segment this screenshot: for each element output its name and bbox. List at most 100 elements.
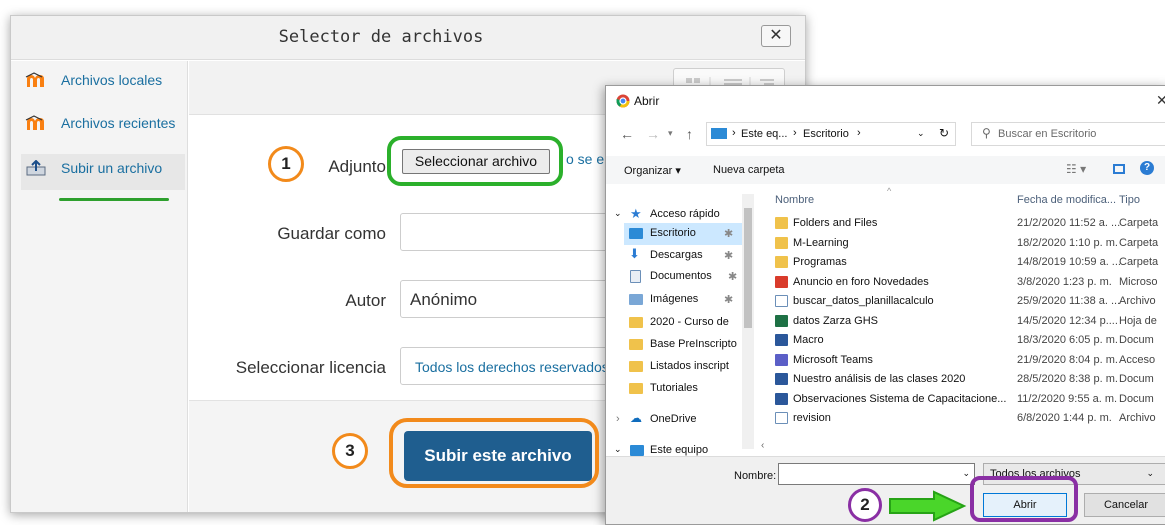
sidebar-item-recent-files[interactable]: Archivos recientes (21, 112, 185, 142)
green-underline (59, 198, 169, 201)
file-row[interactable]: Observaciones Sistema de Capacitacione..… (771, 390, 1165, 409)
sidebar-item-upload-file[interactable]: Subir un archivo (21, 154, 185, 190)
picker-header: Selector de archivos ✕ (11, 16, 805, 60)
open-file-dialog: Abrir ✕ ← → ▾ ↑ › Este eq... › Escritori… (605, 85, 1165, 525)
chrome-icon (616, 94, 630, 108)
nav-item-folder[interactable]: Listados inscript (624, 356, 742, 378)
author-label: Autor (345, 291, 386, 310)
file-date: 28/5/2020 8:38 p. m. (1017, 373, 1118, 385)
column-headers: Nombre ^ Fecha de modifica... Tipo (771, 186, 1165, 212)
file-name: buscar_datos_planillacalculo (793, 295, 934, 307)
organize-menu[interactable]: Organizar ▾ (624, 164, 681, 177)
refresh-icon[interactable]: ↻ (939, 126, 949, 140)
nav-item-documents[interactable]: Documentos ✱ (624, 266, 764, 288)
file-date: 25/9/2020 11:38 a. ... (1017, 295, 1121, 307)
column-type[interactable]: Tipo (1119, 194, 1140, 206)
dialog-toolbar: Organizar ▾ Nueva carpeta ☷ ▾ ? (606, 156, 1165, 184)
pictures-icon (629, 294, 643, 305)
moodle-icon (25, 72, 44, 87)
help-icon[interactable]: ? (1140, 161, 1154, 175)
up-arrow-icon[interactable]: ↑ (686, 126, 693, 142)
file-type: Acceso (1119, 353, 1156, 366)
back-arrow-icon[interactable]: ← (620, 126, 634, 142)
folder-icon (629, 317, 643, 328)
pc-icon (711, 128, 727, 139)
star-icon: ★ (630, 206, 642, 221)
pin-icon: ✱ (724, 294, 734, 306)
file-row[interactable]: Microsoft Teams 21/9/2020 8:04 p. m. Acces… (771, 351, 1165, 370)
sidebar-item-label: Archivos locales (61, 72, 163, 88)
chevron-down-icon: ⌄ (962, 468, 970, 478)
filename-label: Nombre: (734, 470, 777, 482)
file-type: Microso (1119, 275, 1158, 288)
word-icon (775, 334, 788, 346)
file-row[interactable]: Programas 14/8/2019 10:59 a. ... Carpeta (771, 253, 1165, 272)
author-field[interactable]: Anónimo (400, 280, 610, 318)
file-row[interactable]: Folders and Files 21/2/2020 11:52 a. ... C… (771, 214, 1165, 233)
folder-icon (775, 236, 788, 249)
horizontal-scrollbar[interactable]: ‹ (757, 440, 1165, 454)
close-button[interactable]: ✕ (761, 25, 791, 47)
file-type: Archivo (1119, 295, 1156, 307)
nav-item-pictures[interactable]: Imágenes ✱ (624, 289, 764, 311)
file-name: M-Learning (793, 236, 849, 249)
file-row[interactable]: datos Zarza GHS 14/5/2020 12:34 p.... Hoja… (771, 312, 1165, 331)
truncated-link-text: o se eli (566, 151, 611, 167)
file-type: Docum (1119, 334, 1154, 346)
cancel-button[interactable]: Cancelar (1084, 493, 1165, 517)
highlight-open-button (970, 476, 1078, 522)
search-placeholder: Buscar en Escritorio (998, 128, 1097, 140)
view-options-icon[interactable]: ☷ ▾ (1066, 162, 1086, 176)
address-bar[interactable]: › Este eq... › Escritorio › ⌄ ↻ (706, 122, 956, 146)
save-as-field[interactable] (400, 213, 610, 251)
file-row[interactable]: Macro 18/3/2020 6:05 p. m. Docum (771, 331, 1165, 350)
sidebar-item-local-files[interactable]: Archivos locales (21, 69, 185, 99)
breadcrumb-desktop[interactable]: Escritorio (803, 128, 849, 140)
file-date: 18/2/2020 1:10 p. m. (1017, 236, 1118, 249)
chevron-down-icon[interactable]: ⌄ (917, 128, 925, 139)
new-folder-button[interactable]: Nueva carpeta (713, 164, 785, 176)
file-date: 21/2/2020 11:52 a. ... (1017, 217, 1121, 229)
file-type: Hoja de (1119, 314, 1157, 327)
step-3-badge: 3 (332, 433, 368, 469)
folder-icon (775, 217, 788, 229)
file-row[interactable]: M-Learning 18/2/2020 1:10 p. m. Carpeta (771, 234, 1165, 253)
folder-icon (629, 383, 643, 394)
nav-item-downloads[interactable]: ⬇ Descargas ✱ (624, 245, 764, 267)
nav-item-folder[interactable]: Base PreInscripto (624, 334, 742, 356)
preview-pane-icon[interactable] (1113, 164, 1125, 174)
pdf-icon (775, 275, 788, 288)
column-name[interactable]: Nombre (775, 194, 814, 206)
word-icon (775, 373, 788, 385)
license-select[interactable]: Todos los derechos reservados (400, 347, 610, 385)
file-date: 18/3/2020 6:05 p. m. (1017, 334, 1118, 346)
nav-item-folder[interactable]: 2020 - Curso de (624, 312, 742, 334)
file-row[interactable]: revision 6/8/2020 1:44 p. m. Archivo (771, 409, 1165, 428)
file-name: Microsoft Teams (793, 353, 873, 366)
search-input[interactable]: ⚲ Buscar en Escritorio (971, 122, 1165, 146)
document-icon (630, 270, 641, 283)
file-type: Docum (1119, 392, 1154, 405)
file-row[interactable]: Anuncio en foro Novedades 3/8/2020 1:23 p… (771, 273, 1165, 292)
file-row[interactable]: buscar_datos_planillacalculo 25/9/2020 11… (771, 292, 1165, 311)
forward-arrow-icon[interactable]: → (646, 126, 660, 142)
pc-icon (630, 445, 644, 456)
breadcrumb-separator: › (732, 127, 736, 139)
file-row[interactable]: Nuestro análisis de las clases 2020 28/5/… (771, 370, 1165, 389)
close-icon[interactable]: ✕ (1156, 92, 1165, 109)
filename-input[interactable]: ⌄ (778, 463, 975, 485)
file-name: Folders and Files (793, 217, 878, 229)
nav-item-folder[interactable]: Tutoriales (624, 378, 764, 400)
moodle-icon (25, 115, 44, 130)
green-arrow-icon (889, 490, 967, 522)
column-date[interactable]: Fecha de modifica... (1017, 194, 1116, 206)
pin-icon: ✱ (724, 250, 734, 262)
breadcrumb-this-pc[interactable]: Este eq... (741, 128, 787, 140)
recent-dropdown-icon[interactable]: ▾ (668, 128, 673, 139)
file-type: Carpeta (1119, 217, 1159, 229)
highlight-upload-button (389, 418, 599, 488)
file-date: 6/8/2020 1:44 p. m. (1017, 412, 1112, 424)
nav-item-onedrive[interactable]: › ☁ OneDrive (606, 409, 746, 431)
pin-icon: ✱ (724, 228, 734, 240)
nav-item-desktop[interactable]: Escritorio ✱ (624, 223, 742, 245)
